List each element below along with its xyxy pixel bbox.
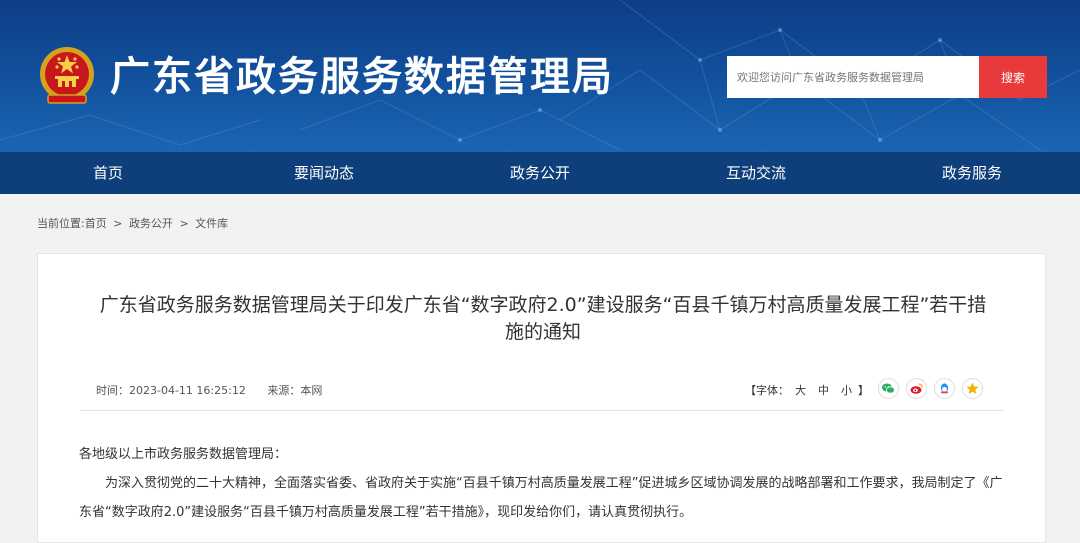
article-panel: 广东省政务服务数据管理局关于印发广东省“数字政府2.0”建设服务“百县千镇万村高…: [37, 253, 1046, 543]
breadcrumb: 当前位置:首页 > 政务公开 > 文件库: [37, 215, 231, 231]
font-size-switcher: 【字体： 大中小】: [745, 382, 869, 398]
font-size-large[interactable]: 大: [795, 384, 806, 397]
breadcrumb-prefix: 当前位置:: [37, 217, 85, 230]
nav-item-interaction[interactable]: 互动交流: [648, 152, 864, 194]
font-size-label: 【字体：: [745, 384, 789, 397]
article-paragraph: 为深入贯彻党的二十大精神，全面落实省委、省政府关于实施“百县千镇万村高质量发展工…: [79, 476, 1003, 520]
breadcrumb-home-link[interactable]: 首页: [85, 217, 107, 230]
qq-icon[interactable]: [934, 378, 955, 399]
article-body: 各地级以上市政务服务数据管理局： 为深入贯彻党的二十大精神，全面落实省委、省政府…: [79, 440, 1003, 527]
font-size-medium[interactable]: 中: [818, 384, 829, 397]
breadcrumb-separator: >: [113, 217, 123, 230]
site-title: 广东省政务服务数据管理局: [110, 54, 614, 100]
national-emblem-icon: [40, 47, 94, 104]
main-nav: 首页 要闻动态 政务公开 互动交流 政务服务: [0, 152, 1080, 194]
article-title: 广东省政务服务数据管理局关于印发广东省“数字政府2.0”建设服务“百县千镇万村高…: [99, 294, 987, 343]
breadcrumb-file-library-link[interactable]: 文件库: [195, 217, 228, 230]
breadcrumb-separator: >: [179, 217, 189, 230]
search-button[interactable]: 搜索: [979, 56, 1047, 98]
share-bar: [878, 378, 983, 399]
breadcrumb-public-affairs-link[interactable]: 政务公开: [129, 217, 173, 230]
font-size-small[interactable]: 小: [841, 384, 852, 397]
article-meta: 时间：2023-04-11 16:25:12 来源：本网: [96, 382, 322, 398]
site-header: 广东省政务服务数据管理局 搜索: [0, 0, 1080, 152]
qzone-icon[interactable]: [962, 378, 983, 399]
search-input[interactable]: [727, 56, 979, 98]
nav-item-news[interactable]: 要闻动态: [216, 152, 432, 194]
nav-item-government-services[interactable]: 政务服务: [864, 152, 1080, 194]
article-source: 来源：本网: [267, 384, 323, 397]
wechat-icon[interactable]: [878, 378, 899, 399]
nav-item-public-affairs[interactable]: 政务公开: [432, 152, 648, 194]
publish-time: 时间：2023-04-11 16:25:12: [96, 384, 246, 397]
nav-item-home[interactable]: 首页: [0, 152, 216, 194]
meta-divider: [80, 410, 1004, 411]
font-size-close: 】: [858, 384, 869, 397]
weibo-icon[interactable]: [906, 378, 927, 399]
article-salutation: 各地级以上市政务服务数据管理局：: [79, 447, 288, 462]
